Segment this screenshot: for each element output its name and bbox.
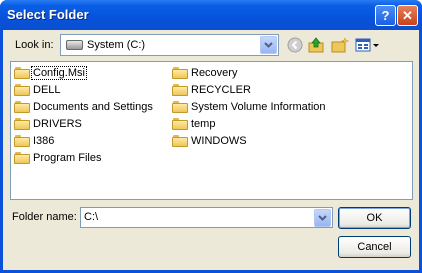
folder-name-label: Folder name:	[12, 211, 77, 223]
folder-label: temp	[191, 117, 216, 130]
select-folder-dialog: Select Folder ? ✕ Look in: System (C:) C…	[0, 0, 422, 273]
list-item[interactable]: temp	[172, 115, 327, 132]
folder-label: Config.Msi	[31, 65, 87, 80]
ok-button[interactable]: OK	[338, 207, 411, 229]
views-menu-button[interactable]	[354, 36, 382, 54]
folder-icon	[172, 100, 188, 113]
chevron-down-icon[interactable]	[260, 36, 277, 54]
help-icon: ?	[381, 8, 390, 23]
look-in-value: System (C:)	[87, 39, 146, 51]
folder-list[interactable]: Config.Msi DELL Documents and Settings D…	[10, 61, 413, 200]
back-icon	[287, 37, 303, 53]
folder-icon	[172, 134, 188, 147]
list-item[interactable]: RECYCLER	[172, 81, 327, 98]
folder-icon	[14, 66, 30, 79]
list-item[interactable]: WINDOWS	[172, 132, 327, 149]
window-title: Select Folder	[7, 7, 89, 22]
folder-label: System Volume Information	[191, 100, 326, 113]
help-button[interactable]: ?	[375, 5, 396, 26]
folder-label: DELL	[33, 83, 61, 96]
new-folder-button[interactable]	[330, 36, 350, 54]
folder-icon	[172, 83, 188, 96]
list-item[interactable]: Documents and Settings	[14, 98, 154, 115]
list-item[interactable]: I386	[14, 132, 154, 149]
list-item[interactable]: Config.Msi	[14, 64, 154, 81]
chevron-down-icon[interactable]	[314, 209, 331, 227]
folder-label: DRIVERS	[33, 117, 82, 130]
list-item[interactable]: Program Files	[14, 149, 154, 166]
drive-icon	[66, 40, 83, 50]
folder-name-value: C:\	[84, 211, 99, 223]
list-item[interactable]: Recovery	[172, 64, 327, 81]
folder-icon	[172, 66, 188, 79]
list-item[interactable]: DELL	[14, 81, 154, 98]
folder-label: Documents and Settings	[33, 100, 153, 113]
look-in-label: Look in:	[15, 39, 54, 51]
look-in-dropdown[interactable]: System (C:)	[60, 34, 279, 56]
up-folder-button[interactable]	[307, 36, 327, 54]
title-bar[interactable]: Select Folder ? ✕	[0, 0, 422, 30]
folder-label: I386	[33, 134, 55, 147]
up-folder-icon	[308, 37, 324, 53]
folder-column-2: Recovery RECYCLER System Volume Informat…	[172, 64, 327, 149]
folder-icon	[14, 100, 30, 113]
dialog-body: Look in: System (C:) Config.Msi DELL Doc…	[3, 30, 419, 270]
list-item[interactable]: System Volume Information	[172, 98, 327, 115]
views-menu-icon	[355, 38, 379, 52]
folder-icon	[14, 83, 30, 96]
folder-column-1: Config.Msi DELL Documents and Settings D…	[14, 64, 154, 166]
folder-label: Recovery	[191, 66, 238, 79]
folder-icon	[14, 151, 30, 164]
new-folder-icon	[331, 37, 349, 53]
back-button[interactable]	[285, 36, 305, 54]
folder-label: RECYCLER	[191, 83, 251, 96]
folder-icon	[172, 117, 188, 130]
close-icon: ✕	[402, 7, 413, 23]
list-item[interactable]: DRIVERS	[14, 115, 154, 132]
folder-label: Program Files	[33, 151, 102, 164]
folder-icon	[14, 117, 30, 130]
close-button[interactable]: ✕	[397, 5, 418, 26]
folder-name-field[interactable]: C:\	[80, 207, 333, 228]
cancel-button[interactable]: Cancel	[338, 236, 411, 258]
folder-icon	[14, 134, 30, 147]
folder-label: WINDOWS	[191, 134, 247, 147]
